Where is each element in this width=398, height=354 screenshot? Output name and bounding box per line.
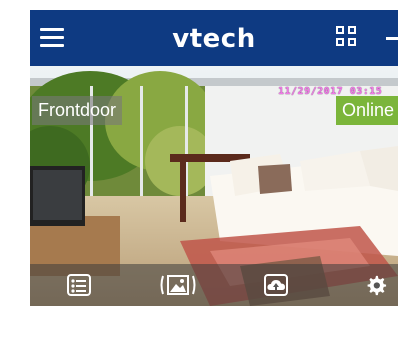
gear-icon[interactable]	[364, 274, 388, 296]
snapshot-icon[interactable]	[160, 274, 196, 296]
grid-view-icon[interactable]	[336, 26, 360, 50]
cloud-icon[interactable]	[264, 274, 288, 296]
app-frame: vtech 11/29/2017 03:15 Frontdoor Online	[30, 10, 398, 354]
camera-feed[interactable]: 11/29/2017 03:15 Frontdoor Online	[30, 66, 398, 306]
add-icon[interactable]	[386, 37, 398, 40]
event-list-icon[interactable]	[67, 274, 91, 296]
camera-status-badge: Online	[335, 96, 398, 125]
app-header: vtech	[30, 10, 398, 66]
content-area	[30, 306, 398, 354]
camera-name-label: Frontdoor	[32, 96, 123, 125]
camera-control-bar	[30, 264, 398, 306]
